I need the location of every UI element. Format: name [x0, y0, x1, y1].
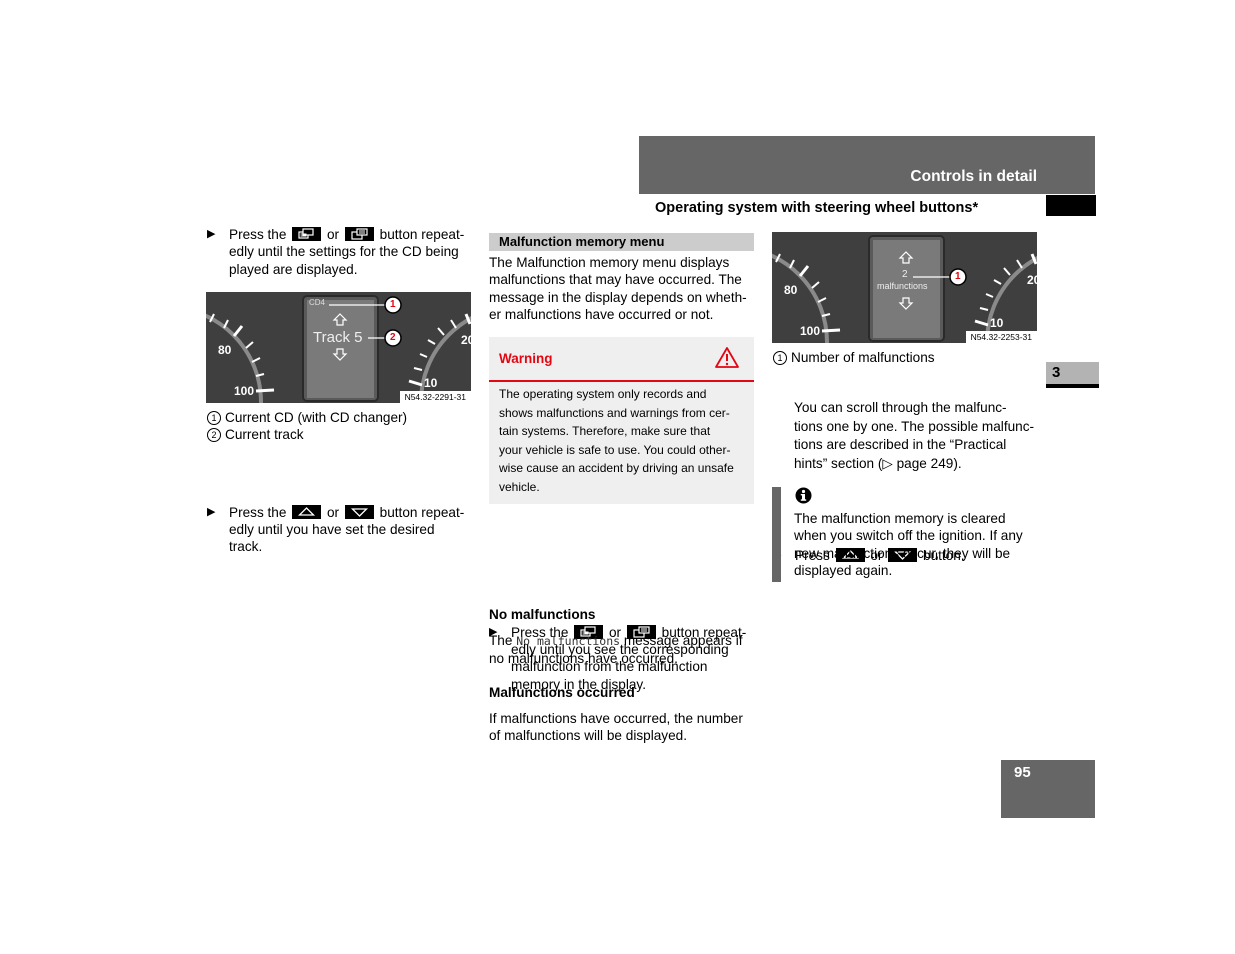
callout-2: 2: [390, 332, 396, 343]
no-malfunctions-heading: No malfunctions: [489, 607, 596, 622]
gauge-tick-80: 80: [784, 283, 798, 297]
info-icon: [795, 487, 812, 504]
page-number: 95: [1014, 764, 1031, 781]
down-button-icon: [344, 504, 374, 519]
malfunctions-occurred-heading: Malfunctions occurred: [489, 685, 635, 700]
gauge-tick-10: 10: [424, 376, 438, 390]
figure-reference-label: N54.32-2253-31: [965, 331, 1037, 343]
instrument-cluster-cd-figure: CD4 Track 5 1 2 80 100 20 10 N54.32-2291…: [206, 292, 471, 403]
display-message-code: No malfunctions: [516, 634, 621, 648]
gauge-tick-10: 10: [990, 316, 1004, 330]
intro-paragraph: The Malfunction memory menu displays mal…: [489, 255, 747, 322]
section-title: Operating system with steering wheel but…: [655, 200, 979, 216]
display-next-button-icon: [344, 227, 374, 241]
warning-triangle-icon: [715, 347, 739, 368]
display-prev-button-icon: [292, 227, 322, 241]
display-malfunction-text: malfunctions: [877, 281, 928, 291]
bullet-arrow-icon: ▶: [207, 228, 216, 240]
legend-item: 1 Number of malfunctions: [773, 349, 1043, 366]
warning-title: Warning: [499, 351, 553, 366]
callout-1: 1: [955, 271, 961, 282]
section-heading: Malfunction memory menu: [499, 234, 665, 249]
legend-item: 1 Current CD (with CD changer): [207, 409, 477, 426]
scroll-description: You can scroll through the malfunc- tion…: [794, 400, 1035, 471]
display-cd-number: CD4: [309, 298, 326, 307]
section-marker: [1046, 195, 1096, 216]
note-bar: [772, 487, 781, 582]
malfunctions-occurred-text: If malfunctions have occurred, the numbe…: [489, 711, 743, 744]
chapter-title: Controls in detail: [910, 168, 1037, 185]
step-select-track: ▶ Press the or button repeat- edly until…: [207, 504, 465, 555]
gauge-tick-80: 80: [218, 343, 232, 357]
figure-legend: 1 Current CD (with CD changer) 2 Current t…: [207, 409, 477, 444]
gauge-tick-20: 20: [461, 333, 471, 347]
no-malfunctions-text: The No malfunctions message appears if n…: [489, 633, 743, 667]
warning-box: Warning The operating system only record…: [489, 337, 754, 504]
step-select-cd: ▶ Press the or button repeat- edly until…: [207, 227, 465, 277]
figure-legend: 1 Number of malfunctions: [773, 349, 1043, 366]
warning-text: The operating system only records and sh…: [499, 387, 734, 494]
figure-reference-label: N54.32-2291-31: [399, 391, 471, 403]
gauge-tick-20: 20: [1027, 273, 1037, 287]
chapter-tab[interactable]: 3: [1046, 362, 1099, 388]
legend-item: 2 Current track: [207, 426, 477, 443]
up-button-icon: [292, 504, 322, 519]
chapter-header-band: Controls in detail: [639, 136, 1095, 194]
gauge-tick-100: 100: [234, 384, 255, 398]
callout-1: 1: [390, 299, 396, 310]
display-track: Track 5: [313, 329, 363, 346]
page-number-box: 95: [1001, 760, 1095, 818]
chapter-number: 3: [1052, 364, 1061, 381]
note-text: The malfunction memory is cleared when y…: [794, 511, 1023, 578]
gauge-tick-100: 100: [800, 324, 821, 338]
warning-header: Warning: [489, 337, 754, 382]
section-heading-bar: Malfunction memory menu: [489, 233, 754, 251]
display-malfunction-count: 2: [902, 269, 908, 280]
bullet-arrow-icon: ▶: [207, 505, 216, 518]
instrument-cluster-malfunction-figure: 2 malfunctions 1 80 100 20 10 N54.32-225…: [772, 232, 1037, 343]
